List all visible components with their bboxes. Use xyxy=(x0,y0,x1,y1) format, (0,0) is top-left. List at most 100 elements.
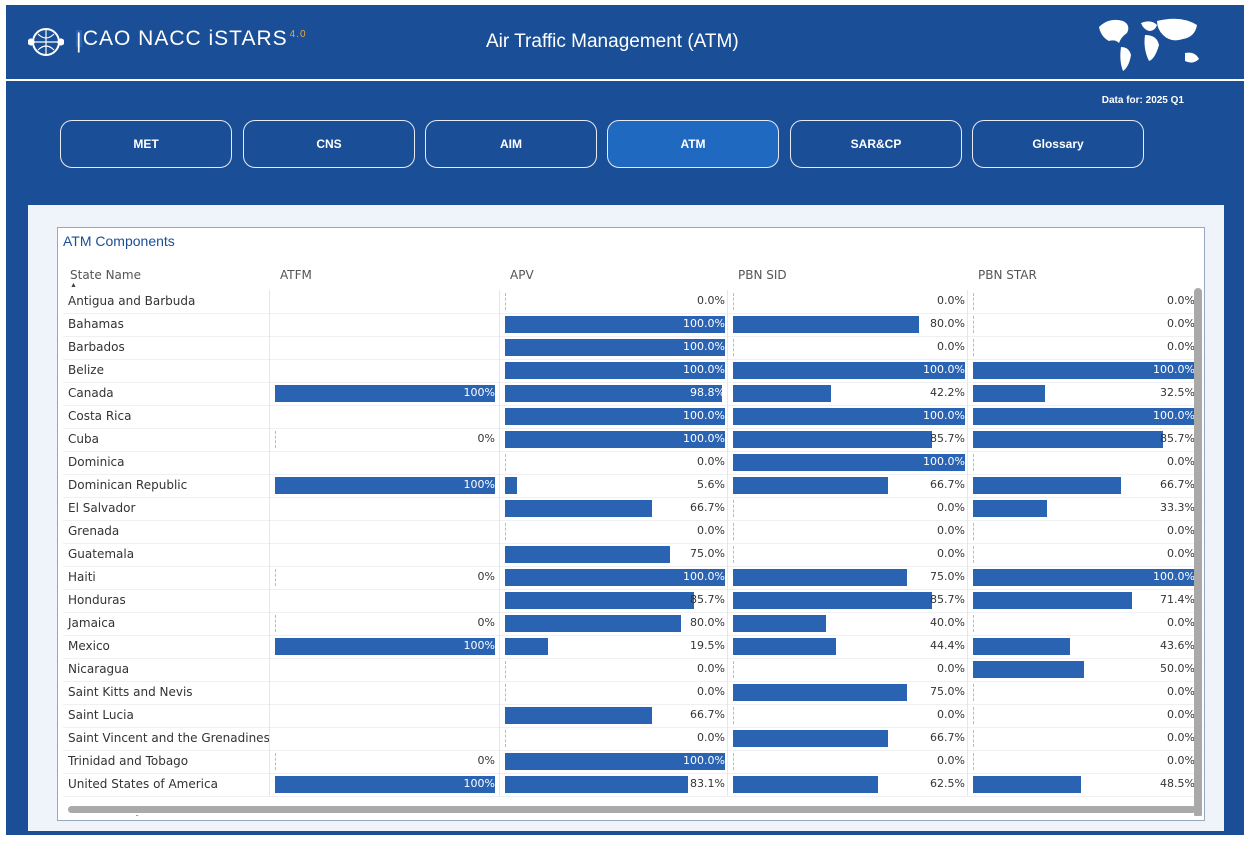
column-separator xyxy=(269,773,270,796)
column-separator xyxy=(269,543,270,566)
table-row[interactable]: Bahamas 100.0% 80.0% 0.0% xyxy=(63,313,1203,337)
column-separator xyxy=(499,635,500,658)
value-label-pbn-sid: 0.0% xyxy=(937,501,965,514)
data-bar-pbn-sid xyxy=(733,385,831,402)
value-label-pbn-sid: 85.7% xyxy=(930,593,965,606)
sort-ascending-icon[interactable]: ▲ xyxy=(70,282,77,289)
data-bar-pbn-star xyxy=(973,477,1121,494)
value-label-atfm: 100% xyxy=(463,639,495,652)
value-label-apv: 100.0% xyxy=(683,432,725,445)
table-row[interactable]: Guatemala 75.0% 0.0% 0.0% xyxy=(63,543,1203,567)
table-row[interactable]: Haiti 0% 100.0% 75.0% 100.0% xyxy=(63,566,1203,590)
zero-axis-line xyxy=(275,431,276,448)
column-separator xyxy=(499,773,500,796)
value-label-pbn-sid: 80.0% xyxy=(930,317,965,330)
column-separator xyxy=(967,428,968,451)
column-header-pbn-star[interactable]: PBN STAR xyxy=(978,268,1037,282)
column-separator xyxy=(269,451,270,474)
column-separator xyxy=(727,681,728,704)
table-row[interactable]: Belize 100.0% 100.0% 100.0% xyxy=(63,359,1203,383)
zero-axis-line xyxy=(505,523,506,540)
table-row[interactable]: El Salvador 66.7% 0.0% 33.3% xyxy=(63,497,1203,521)
state-name-cell: Jamaica xyxy=(68,616,116,630)
column-separator xyxy=(269,635,270,658)
zero-axis-line xyxy=(973,707,974,724)
column-separator xyxy=(499,520,500,543)
table-row[interactable]: Jamaica 0% 80.0% 40.0% 0.0% xyxy=(63,612,1203,636)
data-bar-apv xyxy=(505,615,681,632)
column-separator xyxy=(499,497,500,520)
table-row[interactable]: Saint Vincent and the Grenadines 0.0% 66.7… xyxy=(63,727,1203,751)
value-label-atfm: 100% xyxy=(463,777,495,790)
value-label-apv: 0.0% xyxy=(697,662,725,675)
column-separator xyxy=(967,474,968,497)
column-header-apv[interactable]: APV xyxy=(510,268,534,282)
table-row[interactable]: Dominica 0.0% 100.0% 0.0% xyxy=(63,451,1203,475)
column-separator xyxy=(967,336,968,359)
column-separator xyxy=(967,773,968,796)
value-label-apv: 100.0% xyxy=(683,754,725,767)
column-separator xyxy=(967,451,968,474)
column-separator xyxy=(967,681,968,704)
column-separator xyxy=(727,497,728,520)
state-name-cell: Dominican Republic xyxy=(68,478,188,492)
state-name-cell: Antigua and Barbuda xyxy=(68,294,196,308)
zero-axis-line xyxy=(275,615,276,632)
value-label-pbn-star: 50.0% xyxy=(1160,662,1195,675)
value-label-apv: 0.0% xyxy=(697,294,725,307)
table-row[interactable]: Grenada 0.0% 0.0% 0.0% xyxy=(63,520,1203,544)
nav-label: SAR&CP xyxy=(850,137,902,151)
table-row[interactable]: Antigua and Barbuda 0.0% 0.0% 0.0% xyxy=(63,290,1203,314)
table-row[interactable]: Honduras 85.7% 85.7% 71.4% xyxy=(63,589,1203,613)
state-name-cell: El Salvador xyxy=(68,501,136,515)
state-name-cell: Barbados xyxy=(68,340,125,354)
table-row[interactable]: Trinidad and Tobago 0% 100.0% 0.0% 0.0% xyxy=(63,750,1203,774)
horizontal-scrollbar[interactable] xyxy=(68,806,1196,813)
nav-sarcp-button[interactable]: SAR&CP xyxy=(790,120,962,168)
zero-axis-line xyxy=(973,753,974,770)
table-row[interactable]: Saint Lucia 66.7% 0.0% 0.0% xyxy=(63,704,1203,728)
column-separator xyxy=(499,359,500,382)
column-header-state[interactable]: State Name xyxy=(70,268,141,282)
column-separator xyxy=(967,382,968,405)
table-row[interactable]: Mexico 100% 19.5% 44.4% 43.6% xyxy=(63,635,1203,659)
nav-atm-button[interactable]: ATM xyxy=(607,120,779,168)
column-separator xyxy=(727,658,728,681)
value-label-apv: 85.7% xyxy=(690,593,725,606)
column-header-pbn-sid[interactable]: PBN SID xyxy=(738,268,787,282)
value-label-apv: 98.8% xyxy=(690,386,725,399)
column-separator xyxy=(967,313,968,336)
value-label-apv: 75.0% xyxy=(690,547,725,560)
table-row[interactable]: Costa Rica 100.0% 100.0% 100.0% xyxy=(63,405,1203,429)
data-bar-pbn-sid xyxy=(733,431,932,448)
value-label-pbn-sid: 100.0% xyxy=(923,363,965,376)
table-row[interactable]: Barbados 100.0% 0.0% 0.0% xyxy=(63,336,1203,360)
column-separator xyxy=(727,405,728,428)
nav-cns-button[interactable]: CNS xyxy=(243,120,415,168)
table-row[interactable]: Saint Kitts and Nevis 0.0% 75.0% 0.0% xyxy=(63,681,1203,705)
state-name-cell: Grenada xyxy=(68,524,120,538)
table-row[interactable]: Canada 100% 98.8% 42.2% 32.5% xyxy=(63,382,1203,406)
zero-axis-line xyxy=(973,454,974,471)
nav-aim-button[interactable]: AIM xyxy=(425,120,597,168)
value-label-apv: 0.0% xyxy=(697,524,725,537)
vertical-scrollbar[interactable] xyxy=(1194,288,1202,816)
value-label-pbn-star: 0.0% xyxy=(1167,524,1195,537)
nav-glossary-button[interactable]: Glossary xyxy=(972,120,1144,168)
column-separator xyxy=(727,543,728,566)
nav-met-button[interactable]: MET xyxy=(60,120,232,168)
zero-axis-line xyxy=(505,684,506,701)
table-row[interactable]: Nicaragua 0.0% 0.0% 50.0% xyxy=(63,658,1203,682)
state-name-cell: Bahamas xyxy=(68,317,124,331)
column-separator xyxy=(269,704,270,727)
value-label-pbn-sid: 0.0% xyxy=(937,524,965,537)
table-row[interactable]: Cuba 0% 100.0% 85.7% 85.7% xyxy=(63,428,1203,452)
table-row[interactable]: United States of America 100% 83.1% 62.5% 48… xyxy=(63,773,1203,797)
zero-axis-line xyxy=(733,500,734,517)
value-label-pbn-star: 0.0% xyxy=(1167,616,1195,629)
column-header-atfm[interactable]: ATFM xyxy=(280,268,312,282)
column-separator xyxy=(967,658,968,681)
table-row[interactable]: Dominican Republic 100% 5.6% 66.7% 66.7% xyxy=(63,474,1203,498)
value-label-atfm: 100% xyxy=(463,478,495,491)
value-label-apv: 66.7% xyxy=(690,708,725,721)
